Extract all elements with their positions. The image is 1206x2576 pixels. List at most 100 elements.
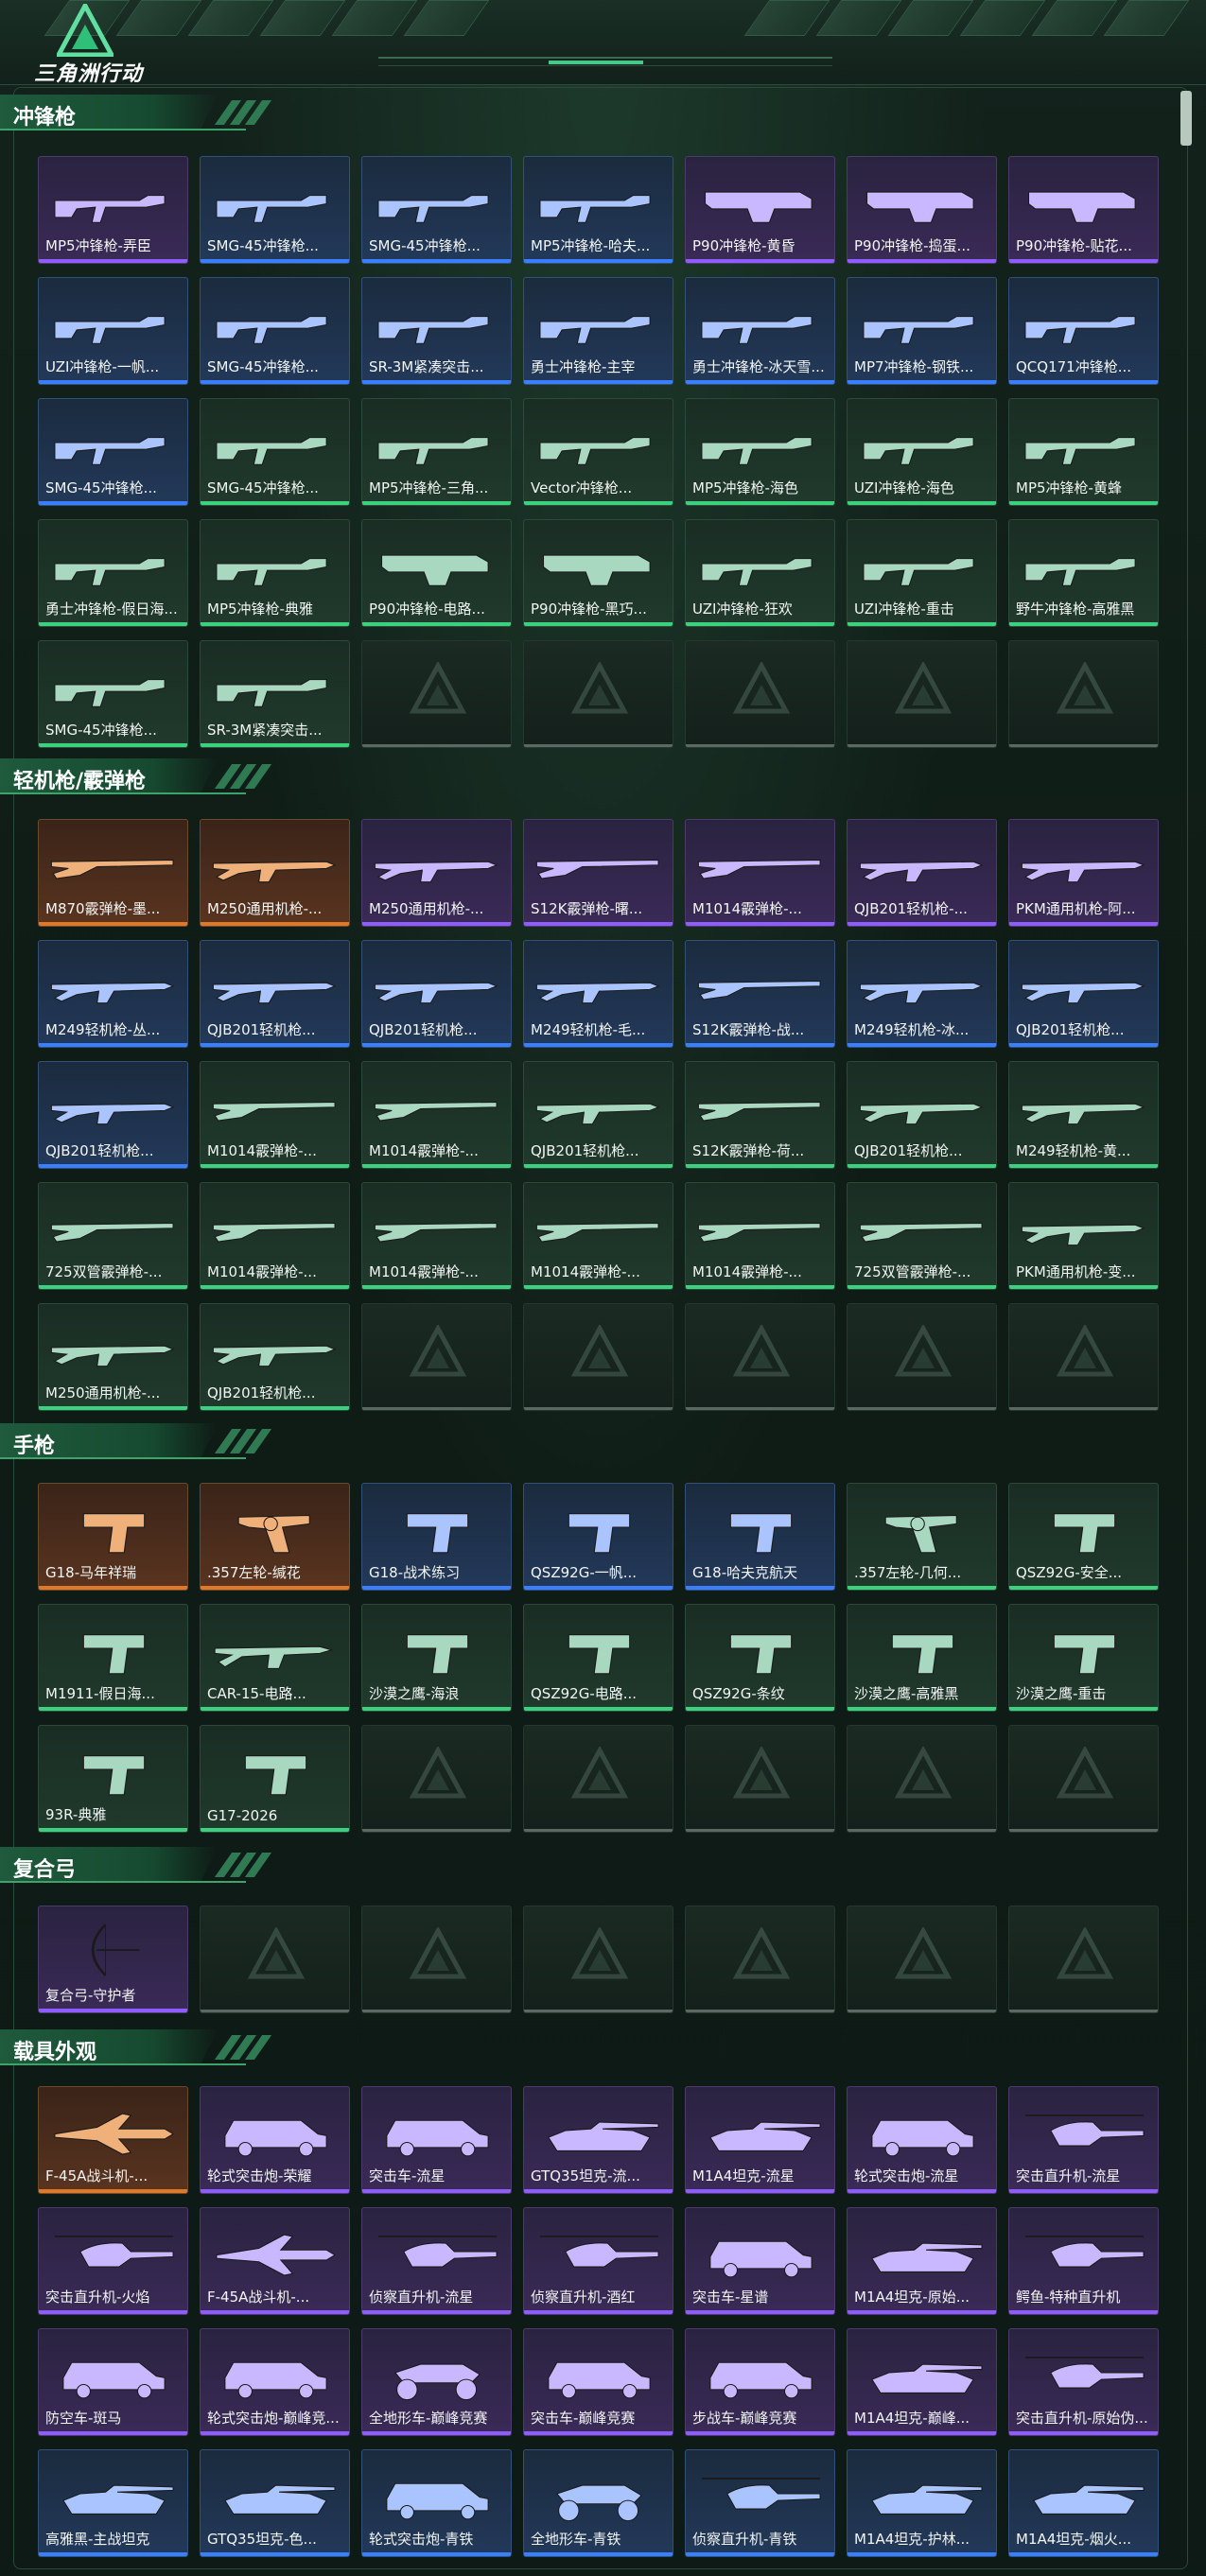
skin-card[interactable]: 高雅黑-主战坦克	[38, 2449, 188, 2557]
skin-card[interactable]: M249轻机枪-毛...	[523, 940, 673, 1048]
skin-card[interactable]: S12K霰弹枪-战...	[685, 940, 835, 1048]
skin-card[interactable]: F-45A战斗机-...	[200, 2207, 350, 2315]
skin-card[interactable]: MP5冲锋枪-海色	[685, 398, 835, 506]
skin-card[interactable]: M870霰弹枪-墨...	[38, 819, 188, 927]
skin-card[interactable]: G18-马年祥瑞	[38, 1483, 188, 1591]
skin-card[interactable]: M1A4坦克-原始...	[847, 2207, 997, 2315]
skin-card[interactable]: UZI冲锋枪-一帆...	[38, 277, 188, 385]
skin-card[interactable]: MP5冲锋枪-弄臣	[38, 156, 188, 264]
skin-card[interactable]: QCQ171冲锋枪...	[1008, 277, 1159, 385]
skin-card[interactable]: UZI冲锋枪-海色	[847, 398, 997, 506]
skin-card[interactable]: M1A4坦克-巅峰...	[847, 2328, 997, 2436]
skin-card[interactable]: 侦察直升机-酒红	[523, 2207, 673, 2315]
skin-card[interactable]: QJB201轻机枪...	[200, 1303, 350, 1411]
skin-card[interactable]: 勇士冲锋枪-冰天雪...	[685, 277, 835, 385]
skin-card[interactable]: M249轻机枪-黄...	[1008, 1061, 1159, 1169]
skin-card[interactable]: 突击直升机-流星	[1008, 2086, 1159, 2194]
skin-card[interactable]: M1014霰弹枪-...	[685, 819, 835, 927]
skin-card[interactable]: QSZ92G-电路...	[523, 1604, 673, 1712]
skin-card[interactable]: 沙漠之鹰-海浪	[361, 1604, 512, 1712]
skin-card[interactable]: P90冲锋枪-贴花...	[1008, 156, 1159, 264]
skin-card[interactable]: 突击直升机-原始伪...	[1008, 2328, 1159, 2436]
skin-card[interactable]: UZI冲锋枪-狂欢	[685, 519, 835, 627]
skin-card[interactable]: SR-3M紧凑突击...	[200, 640, 350, 748]
skin-card[interactable]: M1911-假日海...	[38, 1604, 188, 1712]
skin-card[interactable]: MP5冲锋枪-黄蜂	[1008, 398, 1159, 506]
skin-card[interactable]: G18-战术练习	[361, 1483, 512, 1591]
skin-card[interactable]: S12K霰弹枪-曙...	[523, 819, 673, 927]
skin-card[interactable]: SR-3M紧凑突击...	[361, 277, 512, 385]
skin-card[interactable]: QSZ92G-条纹	[685, 1604, 835, 1712]
skin-card[interactable]: 防空车-斑马	[38, 2328, 188, 2436]
skin-card[interactable]: 全地形车-青铁	[523, 2449, 673, 2557]
skin-card[interactable]: G17-2026	[200, 1725, 350, 1833]
skin-card[interactable]: S12K霰弹枪-荷...	[685, 1061, 835, 1169]
skin-card[interactable]: SMG-45冲锋枪...	[200, 156, 350, 264]
skin-card[interactable]: M249轻机枪-丛...	[38, 940, 188, 1048]
skin-card[interactable]: QSZ92G-一帆...	[523, 1483, 673, 1591]
skin-card[interactable]: CAR-15-电路...	[200, 1604, 350, 1712]
skin-card[interactable]: F-45A战斗机-...	[38, 2086, 188, 2194]
skin-card[interactable]: 93R-典雅	[38, 1725, 188, 1833]
skin-card[interactable]: M1A4坦克-烟火...	[1008, 2449, 1159, 2557]
skin-card[interactable]: M250通用机枪-...	[361, 819, 512, 927]
skin-card[interactable]: P90冲锋枪-电路...	[361, 519, 512, 627]
skin-card[interactable]: M1014霰弹枪-...	[361, 1061, 512, 1169]
skin-card[interactable]: 勇士冲锋枪-假日海...	[38, 519, 188, 627]
skin-card[interactable]: 突击车-星谱	[685, 2207, 835, 2315]
skin-card[interactable]: GTQ35坦克-流...	[523, 2086, 673, 2194]
skin-card[interactable]: 勇士冲锋枪-主宰	[523, 277, 673, 385]
skin-card[interactable]: QJB201轻机枪-...	[847, 819, 997, 927]
skin-card[interactable]: 步战车-巅峰竞赛	[685, 2328, 835, 2436]
skin-card[interactable]: QJB201轻机枪...	[523, 1061, 673, 1169]
skin-card[interactable]: 复合弓-守护者	[38, 1906, 188, 2013]
skin-card[interactable]: P90冲锋枪-黄昏	[685, 156, 835, 264]
skin-card[interactable]: Vector冲锋枪...	[523, 398, 673, 506]
skin-card[interactable]: QSZ92G-安全...	[1008, 1483, 1159, 1591]
skin-card[interactable]: 沙漠之鹰-高雅黑	[847, 1604, 997, 1712]
skin-card[interactable]: .357左轮-几何...	[847, 1483, 997, 1591]
skin-card[interactable]: MP5冲锋枪-哈夫...	[523, 156, 673, 264]
scrollbar-thumb[interactable]	[1180, 91, 1192, 146]
skin-card[interactable]: UZI冲锋枪-重击	[847, 519, 997, 627]
skin-card[interactable]: .357左轮-缄花	[200, 1483, 350, 1591]
skin-card[interactable]: QJB201轻机枪...	[361, 940, 512, 1048]
skin-card[interactable]: M1A4坦克-流星	[685, 2086, 835, 2194]
skin-card[interactable]: M1014霰弹枪-...	[361, 1182, 512, 1290]
skin-card[interactable]: 轮式突击炮-流星	[847, 2086, 997, 2194]
skin-card[interactable]: 野牛冲锋枪-高雅黑	[1008, 519, 1159, 627]
skin-card[interactable]: SMG-45冲锋枪...	[200, 398, 350, 506]
skin-card[interactable]: SMG-45冲锋枪...	[38, 640, 188, 748]
skin-card[interactable]: 侦察直升机-流星	[361, 2207, 512, 2315]
skin-card[interactable]: M1014霰弹枪-...	[523, 1182, 673, 1290]
skin-card[interactable]: M250通用机枪-...	[38, 1303, 188, 1411]
skin-card[interactable]: M249轻机枪-冰...	[847, 940, 997, 1048]
skin-card[interactable]: QJB201轻机枪...	[38, 1061, 188, 1169]
skin-card[interactable]: G18-哈夫克航天	[685, 1483, 835, 1591]
skin-card[interactable]: M1014霰弹枪-...	[200, 1061, 350, 1169]
skin-card[interactable]: 轮式突击炮-巅峰竞...	[200, 2328, 350, 2436]
skin-card[interactable]: 725双管霰弹枪-...	[38, 1182, 188, 1290]
skin-card[interactable]: 侦察直升机-青铁	[685, 2449, 835, 2557]
skin-card[interactable]: P90冲锋枪-黑巧...	[523, 519, 673, 627]
skin-card[interactable]: GTQ35坦克-色...	[200, 2449, 350, 2557]
skin-card[interactable]: PKM通用机枪-变...	[1008, 1182, 1159, 1290]
skin-card[interactable]: 突击车-流星	[361, 2086, 512, 2194]
skin-card[interactable]: QJB201轻机枪...	[847, 1061, 997, 1169]
skin-card[interactable]: SMG-45冲锋枪...	[38, 398, 188, 506]
skin-card[interactable]: 突击直升机-火焰	[38, 2207, 188, 2315]
skin-card[interactable]: QJB201轻机枪...	[200, 940, 350, 1048]
skin-card[interactable]: PKM通用机枪-阿...	[1008, 819, 1159, 927]
skin-card[interactable]: 轮式突击炮-青铁	[361, 2449, 512, 2557]
skin-card[interactable]: 725双管霰弹枪-...	[847, 1182, 997, 1290]
skin-card[interactable]: 全地形车-巅峰竞赛	[361, 2328, 512, 2436]
skin-card[interactable]: MP5冲锋枪-三角...	[361, 398, 512, 506]
skin-card[interactable]: 沙漠之鹰-重击	[1008, 1604, 1159, 1712]
skin-card[interactable]: M1A4坦克-护林...	[847, 2449, 997, 2557]
skin-card[interactable]: P90冲锋枪-捣蛋...	[847, 156, 997, 264]
skin-card[interactable]: M1014霰弹枪-...	[200, 1182, 350, 1290]
skin-card[interactable]: 突击车-巅峰竞赛	[523, 2328, 673, 2436]
skin-card[interactable]: 鳄鱼-特种直升机	[1008, 2207, 1159, 2315]
skin-card[interactable]: SMG-45冲锋枪...	[200, 277, 350, 385]
skin-card[interactable]: MP5冲锋枪-典雅	[200, 519, 350, 627]
